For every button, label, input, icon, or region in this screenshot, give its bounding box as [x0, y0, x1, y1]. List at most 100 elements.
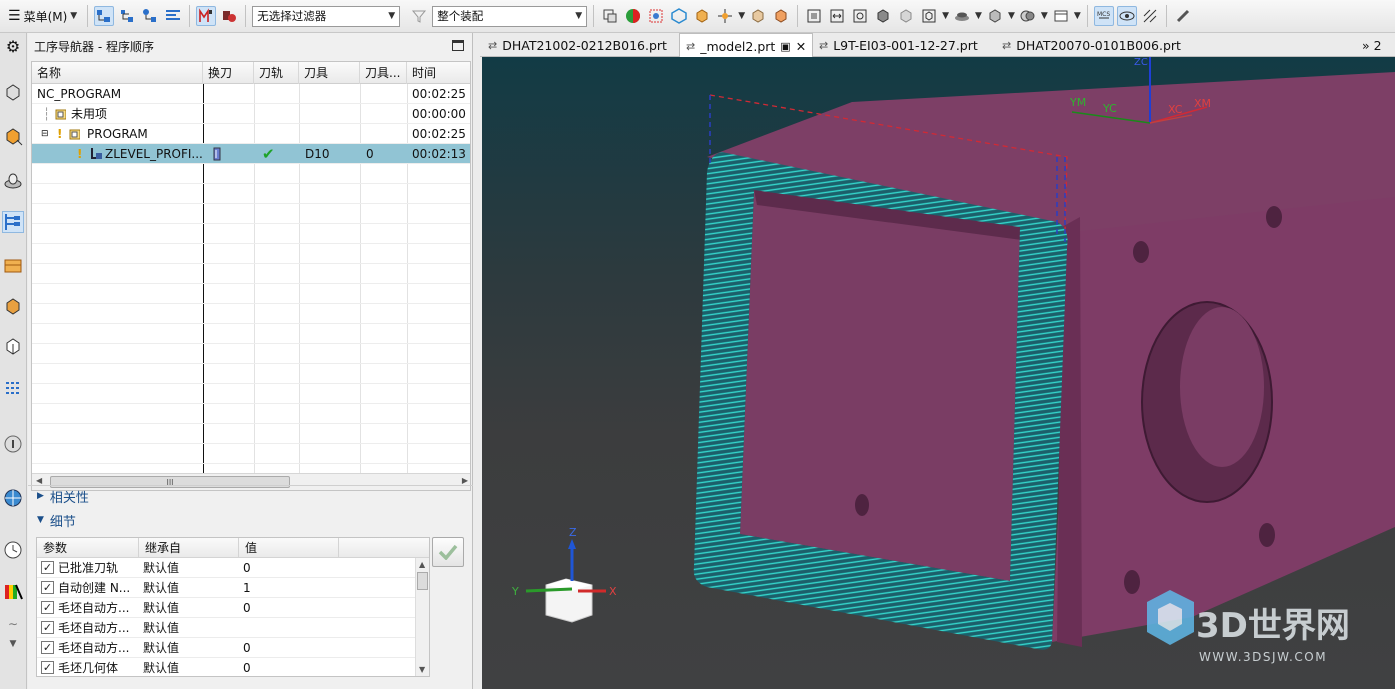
color-filter-icon[interactable] [623, 6, 643, 26]
orient-view-icon[interactable] [919, 6, 939, 26]
column-header-toolpath[interactable]: 刀轨 [254, 62, 299, 84]
reuse-library-icon[interactable] [2, 169, 24, 191]
render-style-icon[interactable] [896, 6, 916, 26]
assembly-navigator-icon[interactable] [2, 81, 24, 103]
tab-dhat20070[interactable]: ⇄ DHAT20070-0101B006.prt [996, 33, 1187, 57]
table-row[interactable]: ✓ 毛坯自动方... 默认值 [37, 618, 417, 638]
tree-row-unused[interactable]: ┆ 未用项 00:00:00 [32, 104, 470, 124]
machine-tool-view-icon[interactable] [117, 6, 137, 26]
constraint-navigator-icon[interactable] [2, 377, 24, 399]
scroll-thumb[interactable] [417, 572, 428, 590]
measure-icon[interactable] [1173, 6, 1193, 26]
checkbox[interactable]: ✓ [41, 641, 54, 654]
shaded-icon[interactable] [873, 6, 893, 26]
tab-dhat21002[interactable]: ⇄ DHAT21002-0212B016.prt [482, 33, 673, 57]
type-filter-icon[interactable] [600, 6, 620, 26]
param-inherit: 默认值 [143, 581, 180, 595]
rotate-view-icon[interactable] [850, 6, 870, 26]
toolpath-display-icon[interactable] [1140, 6, 1160, 26]
scroll-right-icon[interactable]: ▶ [462, 476, 468, 485]
roles-icon[interactable] [2, 335, 24, 357]
scroll-down-icon[interactable]: ▼ [419, 665, 425, 674]
column-header-tool[interactable]: 刀具 [299, 62, 360, 84]
scroll-left-icon[interactable]: ◀ [36, 476, 42, 485]
dependencies-section-header[interactable]: ▶ 相关性 [31, 485, 471, 507]
checkbox[interactable]: ✓ [41, 601, 54, 614]
column-header-value[interactable]: 值 [239, 538, 339, 558]
web-browser-icon[interactable] [2, 487, 24, 509]
checkbox[interactable]: ✓ [41, 561, 54, 574]
details-section-header[interactable]: ▼ 细节 [31, 509, 471, 531]
chevron-down-icon[interactable]: ▼ [1008, 11, 1015, 21]
verify-toolpath-icon[interactable] [219, 6, 239, 26]
table-row[interactable]: ✓ 毛坯自动方... 默认值 0 [37, 598, 417, 618]
tree-row-nc-program[interactable]: NC_PROGRAM 00:02:25 [32, 84, 470, 104]
select-body-icon[interactable] [692, 6, 712, 26]
chevron-down-icon[interactable]: ▼ [1041, 11, 1048, 21]
column-header-blank [339, 538, 429, 558]
table-row[interactable]: ✓ 毛坯几何体 默认值 0 [37, 658, 417, 676]
generate-toolpath-icon[interactable] [196, 6, 217, 26]
view-layout-icon[interactable] [1051, 6, 1071, 26]
tree-row-zlevel-profile[interactable]: ! ZLEVEL_PROFI... ✔ D10 0 00:02:13 [32, 144, 470, 164]
assembly-select-icon[interactable] [771, 6, 791, 26]
table-row[interactable]: ✓ 毛坯自动方... 默认值 0 [37, 638, 417, 658]
tab-overflow-button[interactable]: » 2 [1356, 33, 1388, 57]
machine-tool-navigator-icon[interactable] [2, 255, 24, 277]
toolbar-separator [87, 5, 89, 27]
menu-button[interactable]: ☰ 菜单(M) ▼ [4, 5, 81, 27]
column-header-tool-change[interactable]: 换刀 [203, 62, 254, 84]
work-layer-icon[interactable] [985, 6, 1005, 26]
palette-icon[interactable] [2, 581, 24, 603]
column-header-time[interactable]: 时间 [407, 62, 470, 84]
column-header-inherited[interactable]: 继承自 [139, 538, 239, 558]
show-toolpath-icon[interactable] [1116, 6, 1137, 26]
vertical-scrollbar[interactable]: ▲ ▼ [415, 558, 429, 676]
collapse-icon[interactable]: ⊟ [36, 124, 52, 144]
chevron-down-icon[interactable]: ▼ [942, 11, 949, 21]
filter-funnel-icon[interactable] [409, 6, 429, 26]
select-face-icon[interactable] [669, 6, 689, 26]
selection-filter-dropdown[interactable]: 无选择过滤器 ▼ [252, 5, 401, 27]
layer-visibility-icon[interactable] [952, 6, 972, 26]
operation-navigator-icon[interactable] [2, 211, 24, 233]
tree-row-program[interactable]: ⊟ ! PROGRAM 00:02:25 [32, 124, 470, 144]
snap-point-icon[interactable] [715, 6, 735, 26]
tab-l9t-ei03[interactable]: ⇄ L9T-EI03-001-12-27.prt [813, 33, 984, 57]
column-header-name[interactable]: 名称 [32, 62, 203, 84]
chevron-down-icon[interactable]: ▼ [1074, 11, 1081, 21]
chevron-down-icon[interactable]: ▼ [738, 11, 745, 21]
show-hide-icon[interactable] [1018, 6, 1038, 26]
assembly-scope-dropdown[interactable]: 整个装配 ▼ [432, 5, 588, 27]
chevron-down-icon[interactable]: ▼ [975, 11, 982, 21]
component-select-icon[interactable] [748, 6, 768, 26]
fit-view-icon[interactable] [804, 6, 824, 26]
geometry-view-icon[interactable] [140, 6, 160, 26]
settings-gear-icon[interactable]: ⚙ [2, 35, 24, 57]
program-order-view-icon[interactable] [94, 6, 115, 26]
machining-feature-icon[interactable] [2, 295, 24, 317]
column-header-tool-number[interactable]: 刀具... [360, 62, 407, 84]
table-row[interactable]: ✓ 已批准刀轨 默认值 0 [37, 558, 417, 578]
method-view-icon[interactable] [163, 6, 183, 26]
select-feature-icon[interactable] [646, 6, 666, 26]
column-header-parameter[interactable]: 参数 [37, 538, 139, 558]
scroll-up-icon[interactable]: ▲ [419, 560, 425, 569]
param-name: 毛坯自动方... [58, 641, 130, 655]
close-tab-icon[interactable]: ✕ [796, 39, 806, 54]
info-icon[interactable] [2, 433, 24, 455]
graphics-viewport[interactable]: YM YC XC XM ZC Z Y X 3D世界网 WWW.3DSJW.COM [482, 57, 1395, 689]
zoom-icon[interactable] [827, 6, 847, 26]
table-row[interactable]: ✓ 自动创建 N... 默认值 1 [37, 578, 417, 598]
part-navigator-icon[interactable] [2, 125, 24, 147]
apply-check-button[interactable] [432, 537, 464, 567]
tab-model2[interactable]: ⇄ _model2.prt ▣ ✕ [679, 33, 814, 58]
maximize-icon[interactable] [452, 40, 464, 51]
mcs-display-icon[interactable]: MCS [1093, 6, 1114, 26]
checkbox[interactable]: ✓ [41, 581, 54, 594]
rail-overflow-icon[interactable]: ▼ [2, 633, 24, 655]
history-clock-icon[interactable] [2, 539, 24, 561]
checkbox[interactable]: ✓ [41, 621, 54, 634]
checkbox[interactable]: ✓ [41, 661, 54, 674]
tilde-icon[interactable]: ∼ [2, 613, 24, 635]
